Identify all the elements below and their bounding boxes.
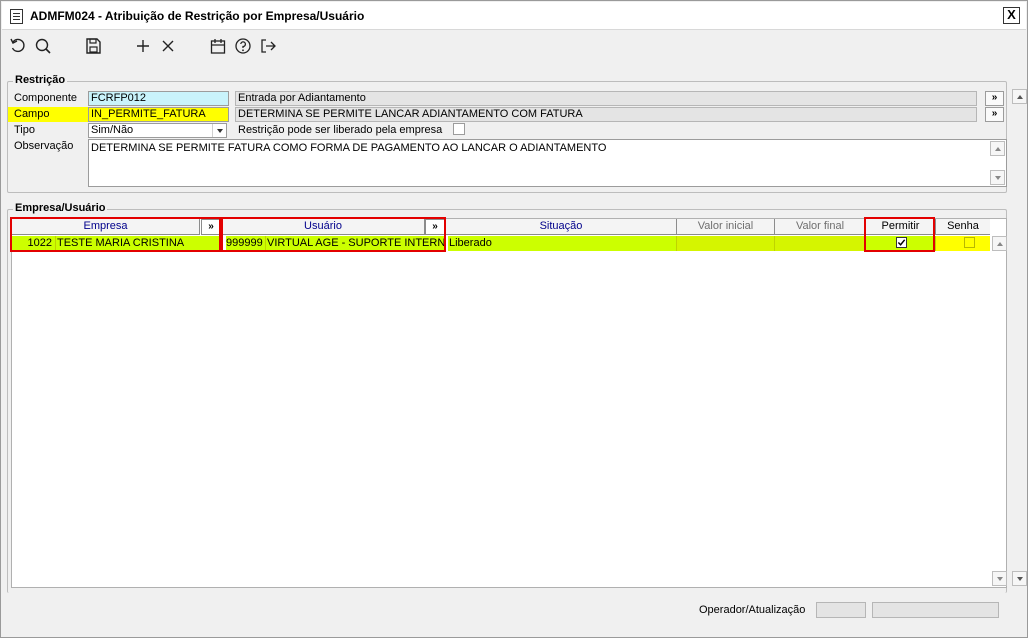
operador-label: Operador/Atualização [699, 604, 806, 616]
scroll-down-icon[interactable] [1012, 571, 1027, 586]
empresa-name-cell[interactable]: TESTE MARIA CRISTINA [56, 236, 222, 251]
campo-label: Campo [8, 107, 88, 122]
observacao-field[interactable]: DETERMINA SE PERMITE FATURA COMO FORMA D… [88, 139, 1007, 187]
undo-icon[interactable] [7, 35, 29, 57]
componente-field[interactable]: FCRFP012 [88, 91, 229, 106]
valor-final-cell[interactable] [775, 236, 866, 251]
liberado-checkbox[interactable] [453, 123, 465, 135]
usuario-lookup-button[interactable]: » [425, 219, 445, 235]
empresa-usuario-legend: Empresa/Usuário [13, 202, 108, 214]
operador-field [816, 602, 866, 618]
document-icon [10, 9, 23, 24]
restricao-legend: Restrição [13, 74, 68, 86]
admfm024-window: ADMFM024 - Atribuição de Restrição por E… [0, 0, 1028, 638]
memo-scroll-down-icon[interactable] [990, 170, 1005, 185]
column-header-empresa[interactable]: Empresa [12, 219, 200, 235]
valor-inicial-cell[interactable] [677, 236, 775, 251]
empresa-code-cell[interactable]: 1022 [12, 236, 56, 251]
componente-description: Entrada por Adiantamento [235, 91, 977, 106]
tipo-select[interactable]: Sim/Não [88, 123, 227, 138]
scroll-up-icon[interactable] [1012, 89, 1027, 104]
tipo-value: Sim/Não [91, 124, 134, 136]
calendar-icon[interactable] [207, 35, 229, 57]
usuario-name-cell[interactable]: VIRTUAL AGE - SUPORTE INTERNO CLIENTES [266, 236, 446, 251]
column-header-situacao[interactable]: Situação [446, 219, 677, 235]
chevron-down-icon[interactable] [212, 124, 226, 137]
grid-scroll-down-icon[interactable] [992, 571, 1007, 586]
window-scrollbar[interactable] [1012, 89, 1028, 587]
search-icon[interactable] [32, 35, 54, 57]
tipo-label: Tipo [14, 124, 35, 136]
atualizacao-field [872, 602, 999, 618]
delete-icon[interactable] [157, 35, 179, 57]
permitir-cell[interactable] [866, 236, 936, 251]
permitir-checkbox[interactable] [896, 237, 907, 248]
column-header-valor-inicial[interactable]: Valor inicial [677, 219, 775, 235]
observacao-label: Observação [14, 140, 74, 152]
exit-icon[interactable] [257, 35, 279, 57]
campo-description: DETERMINA SE PERMITE LANCAR ADIANTAMENTO… [235, 107, 977, 122]
title-bar: ADMFM024 - Atribuição de Restrição por E… [2, 2, 1026, 30]
column-header-valor-final[interactable]: Valor final [775, 219, 866, 235]
window-title: ADMFM024 - Atribuição de Restrição por E… [30, 9, 365, 23]
column-header-senha[interactable]: Senha [936, 219, 990, 235]
liberado-label: Restrição pode ser liberado pela empresa [238, 124, 443, 136]
componente-lookup-button[interactable]: » [985, 91, 1004, 106]
situacao-cell[interactable]: Liberado [448, 236, 677, 251]
componente-label: Componente [14, 92, 77, 104]
grid-scroll-up-icon[interactable] [992, 236, 1007, 251]
senha-checkbox[interactable] [964, 237, 975, 248]
campo-field[interactable]: IN_PERMITE_FATURA [88, 107, 229, 122]
observacao-text: DETERMINA SE PERMITE FATURA COMO FORMA D… [91, 142, 607, 154]
checkmark-icon [897, 239, 906, 246]
help-icon[interactable] [232, 35, 254, 57]
save-icon[interactable] [82, 35, 104, 57]
column-header-permitir[interactable]: Permitir [866, 219, 936, 235]
empresa-lookup-button[interactable]: » [201, 219, 221, 235]
usuario-code-cell[interactable]: 999999 [226, 236, 266, 251]
empresa-usuario-grid: Empresa » Usuário » Situação Valor inici… [11, 218, 1007, 588]
toolbar [2, 31, 1026, 61]
close-button[interactable]: X [1003, 7, 1020, 24]
senha-cell[interactable] [936, 236, 990, 251]
add-icon[interactable] [132, 35, 154, 57]
memo-scroll-up-icon[interactable] [990, 141, 1005, 156]
campo-lookup-button[interactable]: » [985, 107, 1004, 122]
column-header-usuario[interactable]: Usuário [222, 219, 425, 235]
